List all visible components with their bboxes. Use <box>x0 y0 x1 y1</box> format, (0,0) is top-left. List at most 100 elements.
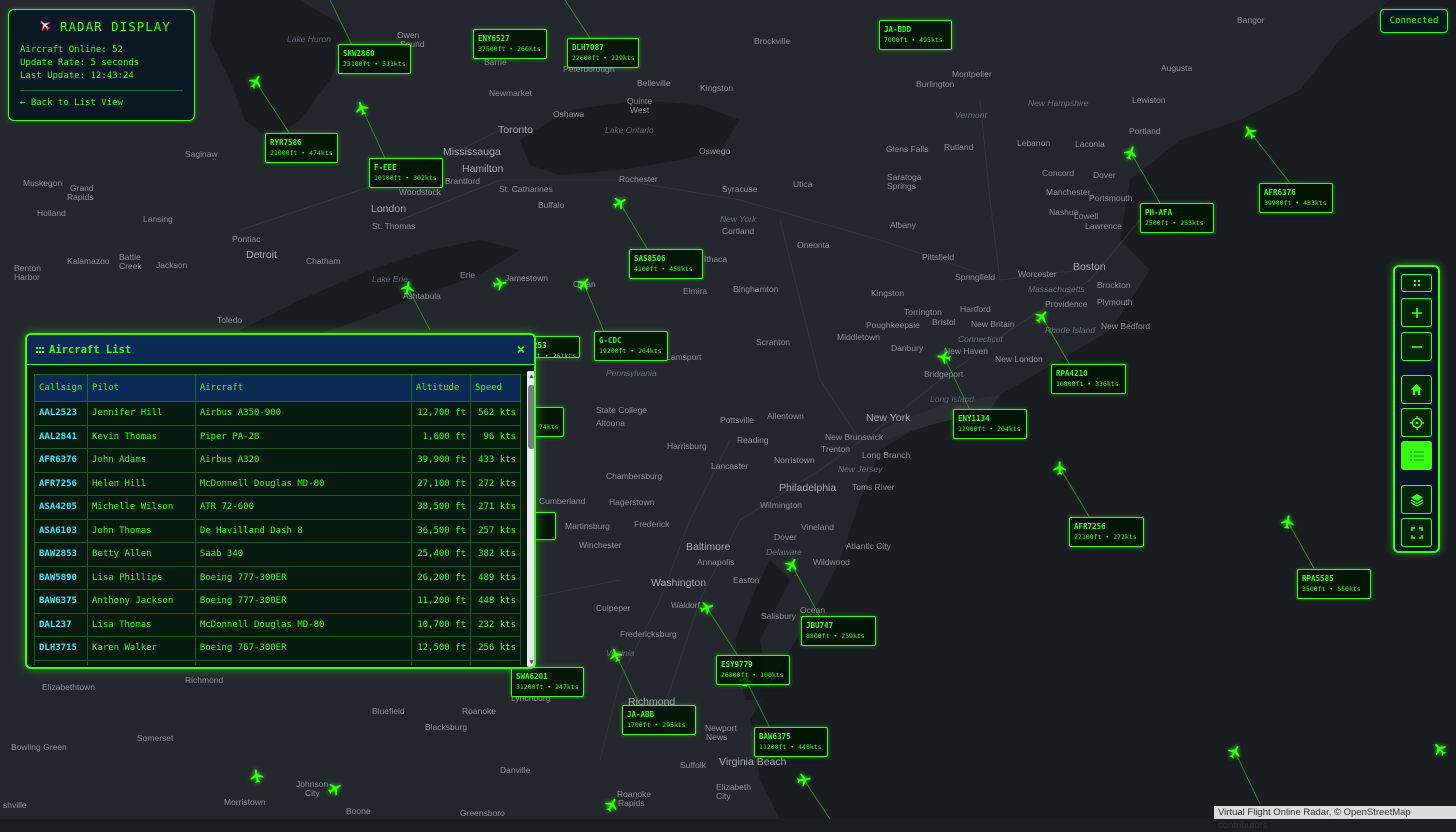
svg-text:Virginia Beach: Virginia Beach <box>719 756 787 768</box>
aircraft-marker-icon[interactable] <box>699 600 715 616</box>
aircraft-label[interactable]: ENY6527 37500ft • 260kts <box>473 29 547 59</box>
aircraft-marker-icon[interactable] <box>612 195 628 211</box>
aircraft-label[interactable]: JA-ABB 1700ft • 295kts <box>622 705 696 735</box>
zoom-in-button[interactable] <box>1401 298 1432 327</box>
svg-text:Belleville: Belleville <box>637 78 671 88</box>
svg-text:Bowling Green: Bowling Green <box>11 742 67 752</box>
aircraft-marker-icon[interactable] <box>784 557 800 573</box>
list-icon <box>1409 450 1424 461</box>
aircraft-marker-icon[interactable] <box>1242 124 1258 140</box>
aircraft-label[interactable]: BAW6375 11200ft • 448kts <box>754 727 828 757</box>
table-row[interactable]: BAW2853 Betty Allen Saab 340 25,400 ft 382 k… <box>34 542 521 567</box>
aircraft-marker-icon[interactable] <box>248 74 264 90</box>
aircraft-marker-icon[interactable] <box>327 781 343 797</box>
locate-button[interactable] <box>1401 408 1432 437</box>
aircraft-label[interactable]: ENY1134 12900ft • 204kts <box>953 409 1027 439</box>
speed-cell: 232 kts <box>470 612 521 637</box>
aircraft-label[interactable]: DLH7087 22600ft • 229kts <box>567 38 639 68</box>
svg-text:Washington: Washington <box>651 577 706 589</box>
table-row[interactable]: AFR7256 Helen Hill McDonnell Douglas MD-80… <box>34 471 521 496</box>
aircraft-marker-icon[interactable] <box>1227 744 1243 760</box>
aircraft-marker-icon[interactable] <box>1034 309 1050 325</box>
aircraft-label-partial[interactable]: 74kts <box>534 407 564 437</box>
layers-button[interactable] <box>1401 485 1432 514</box>
svg-text:Vermont: Vermont <box>955 110 987 120</box>
column-header[interactable]: Speed <box>470 374 521 402</box>
aircraft-marker-icon[interactable] <box>796 772 812 788</box>
aircraft-cell: McDonnell Douglas MD-80 <box>194 471 413 496</box>
drag-handle-button[interactable] <box>1401 274 1432 292</box>
grip-icon <box>36 344 44 356</box>
aircraft-label[interactable]: F-EEE 10100ft • 302kts <box>369 158 443 188</box>
scroll-up-arrow-icon[interactable]: ▲ <box>528 372 534 380</box>
aircraft-table-container[interactable]: Callsign Pilot Aircraft Altitude Speed AAL25… <box>34 374 521 665</box>
table-row[interactable]: ASA6103 John Thomas De Havilland Dash 8 36,… <box>34 518 521 543</box>
svg-text:Newmarket: Newmarket <box>489 88 533 98</box>
zoom-out-button[interactable] <box>1401 332 1432 361</box>
aircraft-label[interactable]: RPA5585 3500ft • 550kts <box>1297 569 1371 599</box>
aircraft-marker-icon[interactable] <box>1123 145 1139 161</box>
table-row[interactable]: AAL2523 Jennifer Hill Airbus A350-900 12,70… <box>34 401 521 426</box>
aircraft-label[interactable]: RPA4210 10800ft • 336kts <box>1051 364 1126 394</box>
aircraft-label-partial[interactable] <box>534 512 556 540</box>
aircraft-label[interactable]: JA-BDD 7000ft • 495kts <box>879 20 952 50</box>
aircraft-marker-icon[interactable] <box>608 647 624 663</box>
svg-text:New York: New York <box>866 412 911 424</box>
svg-text:West: West <box>630 105 650 115</box>
aircraft-marker-icon[interactable] <box>492 276 508 292</box>
altitude-cell: 38,500 ft <box>411 495 471 520</box>
aircraft-label[interactable]: SAS8506 4100ft • 458kts <box>629 249 703 279</box>
aircraft-marker-icon[interactable] <box>400 280 416 296</box>
column-header[interactable]: Altitude <box>411 374 471 402</box>
speed-cell: 257 kts <box>470 518 521 543</box>
aircraft-label[interactable]: SKW2860 23100ft • 531kts <box>338 44 411 74</box>
list-toggle-button[interactable] <box>1401 441 1432 470</box>
svg-text:Harrisburg: Harrisburg <box>667 441 707 451</box>
aircraft-marker-icon[interactable] <box>576 276 592 292</box>
table-row[interactable]: DLH7701Robert RamirezBeechcraft King Air… <box>34 659 521 665</box>
column-header[interactable]: Callsign <box>34 374 88 402</box>
aircraft-label[interactable]: G-CDC 19200ft • 204kts <box>594 331 668 361</box>
aircraft-cell: Boeing 777-300ER <box>194 589 413 614</box>
table-row[interactable]: BAW6375 Anthony Jackson Boeing 777-300ER 11… <box>34 589 521 614</box>
aircraft-marker-icon[interactable] <box>1280 514 1296 530</box>
aircraft-label[interactable]: ESY9779 26800ft • 100kts <box>716 655 790 685</box>
aircraft-label-callsign: SKW2860 <box>343 49 375 58</box>
table-row[interactable]: DLH3715 Karen Walker Boeing 767-300ER 12,50… <box>34 636 521 661</box>
minus-icon <box>1411 345 1422 348</box>
table-row[interactable]: AFR6376 John Adams Airbus A320 39,900 ft 433… <box>34 448 521 473</box>
aircraft-marker-icon[interactable] <box>1432 741 1448 757</box>
aircraft-label[interactable]: AFR6376 39900ft • 433kts <box>1259 183 1333 213</box>
aircraft-list-header[interactable]: Aircraft List × <box>27 335 534 365</box>
column-header[interactable]: Aircraft <box>194 374 413 402</box>
aircraft-label[interactable]: AFR7256 27100ft • 272kts <box>1069 517 1144 547</box>
scrollbar[interactable]: ▲ ▼ <box>527 371 534 667</box>
svg-text:Jackson: Jackson <box>156 260 187 270</box>
scrollbar-thumb[interactable] <box>528 385 534 449</box>
aircraft-label[interactable]: RYR7586 21000ft • 474kts <box>265 133 338 163</box>
table-row[interactable]: ASA4205 Michelle Wilson ATR 72-600 38,500 f… <box>34 495 521 520</box>
aircraft-label[interactable]: SWA6201 31200ft • 247kts <box>511 667 584 697</box>
svg-text:Springs: Springs <box>887 181 916 191</box>
fullscreen-button[interactable] <box>1401 518 1432 547</box>
aircraft-label-info: 21000ft • 474kts <box>270 149 333 157</box>
close-button[interactable]: × <box>517 342 525 358</box>
aircraft-marker-icon[interactable] <box>249 768 265 784</box>
svg-text:Toms River: Toms River <box>852 482 895 492</box>
aircraft-marker-icon[interactable] <box>936 349 952 365</box>
table-row[interactable]: DAL237 Lisa Thomas McDonnell Douglas MD-80… <box>34 612 521 637</box>
svg-text:Boone: Boone <box>346 806 371 816</box>
aircraft-label[interactable]: JBU747 8800ft • 259kts <box>801 616 876 646</box>
table-row[interactable]: AAL2841 Kevin Thomas Piper PA-28 1,600 ft 96… <box>34 424 521 449</box>
table-row[interactable]: BAW5890 Lisa Phillips Boeing 777-300ER 26,2… <box>34 565 521 590</box>
aircraft-marker-icon[interactable] <box>354 100 370 116</box>
aircraft-label[interactable]: PH-AFA 2500ft • 253kts <box>1140 203 1214 233</box>
home-button[interactable] <box>1401 375 1432 404</box>
scroll-down-arrow-icon[interactable]: ▼ <box>528 658 534 666</box>
column-header[interactable]: Pilot <box>86 374 196 402</box>
aircraft-marker-icon[interactable] <box>1052 460 1068 476</box>
speed-cell: 433 kts <box>470 448 521 473</box>
back-to-list-link[interactable]: ← Back to List View <box>20 98 183 108</box>
speed-cell: 272 kts <box>470 471 521 496</box>
aircraft-marker-icon[interactable] <box>604 797 620 813</box>
